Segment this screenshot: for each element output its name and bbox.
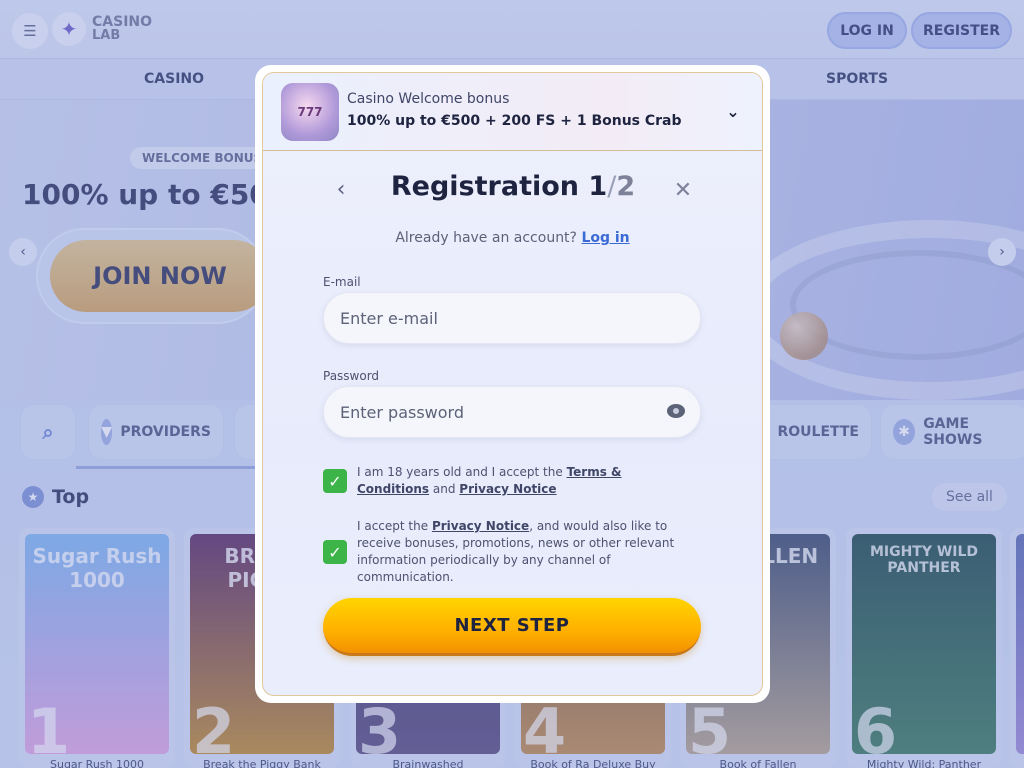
email-field-wrap xyxy=(323,292,701,344)
consent1-pre: I am 18 years old and I accept the xyxy=(357,465,567,479)
close-icon[interactable]: ✕ xyxy=(670,177,696,203)
age-terms-text: I am 18 years old and I accept the Terms… xyxy=(357,464,697,498)
next-step-button[interactable]: NEXT STEP xyxy=(323,598,701,656)
privacy-link[interactable]: Privacy Notice xyxy=(459,482,556,496)
modal-inner: 777 Casino Welcome bonus 100% up to €500… xyxy=(262,72,763,696)
consent1-mid: and xyxy=(429,482,460,496)
login-link[interactable]: Log in xyxy=(581,230,629,246)
age-terms-checkbox[interactable]: ✓ xyxy=(323,469,347,493)
welcome-bonus-selector[interactable]: 777 Casino Welcome bonus 100% up to €500… xyxy=(263,73,762,151)
password-field[interactable] xyxy=(340,387,660,437)
have-account-label: Already have an account? xyxy=(395,230,577,246)
slot-machine-icon: 777 xyxy=(281,83,339,141)
back-icon[interactable]: ‹ xyxy=(329,177,353,202)
chevron-down-icon[interactable]: ⌄ xyxy=(721,99,745,123)
consent2-pre: I accept the xyxy=(357,519,432,533)
title-step: 1 xyxy=(588,171,608,202)
checkmark-icon: ✓ xyxy=(328,471,342,491)
eye-icon[interactable] xyxy=(667,404,685,418)
registration-title: Registration 1/2 xyxy=(363,171,663,202)
title-total: 2 xyxy=(616,171,636,202)
have-account-text: Already have an account? Log in xyxy=(263,230,762,246)
email-field[interactable] xyxy=(340,293,660,343)
marketing-checkbox[interactable]: ✓ xyxy=(323,540,347,564)
password-label: Password xyxy=(323,369,380,383)
privacy-link[interactable]: Privacy Notice xyxy=(432,519,529,533)
password-field-wrap xyxy=(323,386,701,438)
checkmark-icon: ✓ xyxy=(328,542,342,562)
email-label: E-mail xyxy=(323,275,361,289)
title-slash: / xyxy=(607,171,617,202)
bonus-value: 100% up to €500 + 200 FS + 1 Bonus Crab xyxy=(347,113,682,129)
marketing-text: I accept the Privacy Notice, and would a… xyxy=(357,518,697,586)
bonus-label: Casino Welcome bonus xyxy=(347,91,510,107)
registration-modal: 777 Casino Welcome bonus 100% up to €500… xyxy=(255,65,770,703)
title-main: Registration xyxy=(390,171,589,202)
